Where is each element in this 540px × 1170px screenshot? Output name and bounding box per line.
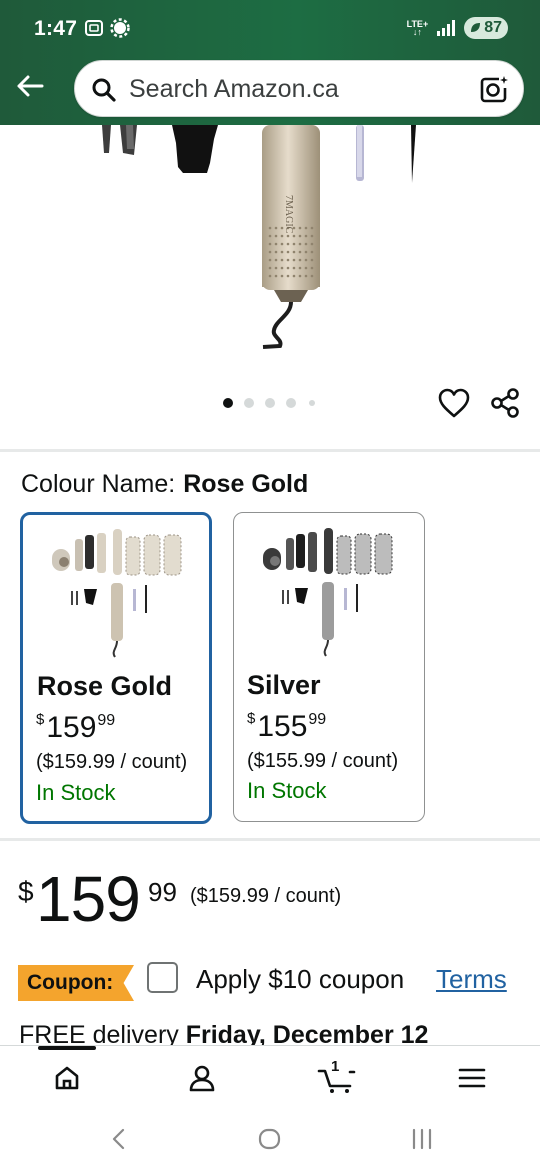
swatch-price-cents: 99 <box>308 711 327 728</box>
status-time: 1:47 <box>34 17 78 40</box>
coupon-apply-text[interactable]: Apply $10 coupon <box>196 964 404 995</box>
system-recents-icon[interactable] <box>409 1127 435 1151</box>
status-bar: 1:47 LTE+ ↓↑ 87 <box>0 0 540 56</box>
main-price-whole: 159 <box>36 863 141 935</box>
swatch-price-whole: 159 <box>46 711 97 744</box>
colour-name-label: Colour Name: Rose Gold <box>21 470 308 499</box>
main-price-currency: $ <box>18 876 34 907</box>
swatch-name: Silver <box>247 670 321 700</box>
delivery-info: FREE delivery Friday, December 12 <box>19 1021 428 1045</box>
colour-option-rose-gold[interactable]: Rose Gold $15999 ($159.99 / count) In St… <box>20 512 212 824</box>
swatch-image-rose-gold <box>52 529 182 658</box>
delivery-prefix: FREE delivery <box>19 1021 179 1045</box>
header-band: 1:47 LTE+ ↓↑ 87 Search Amazon.ca <box>0 0 540 125</box>
battery-indicator: 87 <box>464 17 508 39</box>
camera-lens-icon[interactable] <box>479 74 509 104</box>
swatch-price: $15999 <box>36 711 115 745</box>
swatch-price-currency: $ <box>36 711 45 728</box>
swatch-price-whole: 155 <box>257 710 308 743</box>
swatch-image-silver <box>263 528 393 657</box>
signal-icon <box>437 20 456 36</box>
share-icon[interactable] <box>489 387 521 419</box>
search-icon <box>92 78 116 102</box>
swatch-name: Rose Gold <box>37 671 173 701</box>
nav-cart[interactable]: 1 <box>314 1058 360 1096</box>
swatch-price-currency: $ <box>247 710 256 727</box>
back-arrow-icon[interactable] <box>14 70 46 102</box>
heart-icon[interactable] <box>437 387 471 419</box>
colour-option-silver[interactable]: Silver $15599 ($155.99 / count) In Stock <box>233 512 425 822</box>
network-label: LTE+ <box>406 19 429 29</box>
coupon-terms-link[interactable]: Terms <box>436 964 507 995</box>
screenshot-icon <box>85 20 103 36</box>
main-price-cents: 99 <box>148 877 177 907</box>
delivery-date: Friday, December 12 <box>185 1021 429 1045</box>
status-notification-icons <box>84 18 130 38</box>
colour-selected-value: Rose Gold <box>183 470 309 498</box>
brand-text: 7MAGIC <box>283 195 294 234</box>
carousel-dot[interactable] <box>265 398 275 408</box>
colour-label-text: Colour Name: <box>21 470 176 498</box>
coupon-badge: Coupon: <box>18 965 134 1001</box>
section-divider <box>0 838 540 841</box>
product-image[interactable]: 7MAGIC <box>0 125 540 380</box>
main-unit-price: ($159.99 / count) <box>190 885 342 907</box>
search-input[interactable] <box>129 69 459 109</box>
status-right: LTE+ ↓↑ 87 <box>407 17 508 39</box>
system-back-icon[interactable] <box>108 1127 132 1151</box>
battery-saver-icon <box>471 23 481 32</box>
carousel-dot-active[interactable] <box>223 398 233 408</box>
account-icon <box>189 1065 215 1092</box>
swatch-price-cents: 99 <box>97 712 116 729</box>
active-tab-indicator <box>38 1046 96 1050</box>
nav-home[interactable] <box>47 1060 87 1096</box>
carousel-dot[interactable] <box>286 398 296 408</box>
system-navigation <box>0 1111 540 1170</box>
swatch-stock-status: In Stock <box>36 780 116 805</box>
swatch-price: $15599 <box>247 710 326 744</box>
menu-icon <box>458 1068 486 1088</box>
cart-count: 1 <box>331 1058 340 1075</box>
search-bar[interactable] <box>74 60 524 117</box>
swatch-stock-status: In Stock <box>247 778 327 803</box>
product-image-graphic: 7MAGIC <box>102 125 416 349</box>
home-icon <box>55 1066 79 1090</box>
carousel-dot[interactable] <box>309 400 315 406</box>
swatch-unit-price: ($159.99 / count) <box>36 751 188 773</box>
battery-level: 87 <box>484 19 502 36</box>
bottom-navigation: 1 <box>0 1045 540 1111</box>
network-type: LTE+ ↓↑ <box>406 19 429 37</box>
settings-gear-icon <box>110 18 130 38</box>
carousel-dot[interactable] <box>244 398 254 408</box>
nav-account[interactable] <box>182 1060 222 1096</box>
system-home-icon[interactable] <box>257 1127 283 1151</box>
section-divider <box>0 449 540 452</box>
swatch-unit-price: ($155.99 / count) <box>247 750 399 772</box>
coupon-checkbox[interactable] <box>147 962 178 993</box>
nav-menu[interactable] <box>452 1060 492 1096</box>
